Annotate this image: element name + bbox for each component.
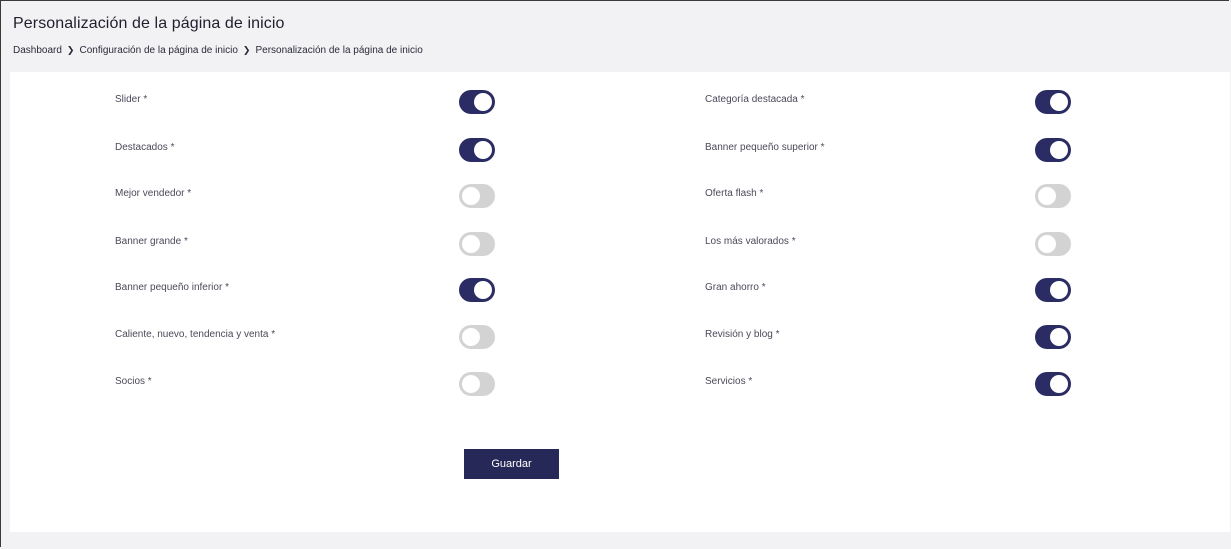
toggle-switch[interactable]: [1035, 184, 1071, 208]
setting-label: Revisión y blog *: [705, 329, 780, 340]
save-button[interactable]: Guardar: [464, 449, 559, 479]
toggle-switch[interactable]: [459, 90, 495, 114]
chevron-right-icon: ❯: [242, 45, 251, 55]
page-title: Personalización de la página de inicio: [13, 15, 285, 32]
setting-label: Socios *: [115, 376, 152, 387]
toggle-switch[interactable]: [1035, 372, 1071, 396]
setting-label: Caliente, nuevo, tendencia y venta *: [115, 329, 276, 340]
toggle-switch[interactable]: [1035, 90, 1071, 114]
toggle-switch[interactable]: [459, 232, 495, 256]
toggle-knob: [1050, 281, 1068, 299]
setting-label: Oferta flash *: [705, 188, 764, 199]
chevron-right-icon: ❯: [66, 45, 75, 55]
toggle-knob: [474, 281, 492, 299]
breadcrumb-item-current: Personalización de la página de inicio: [255, 45, 423, 56]
setting-label: Mejor vendedor *: [115, 188, 192, 199]
breadcrumb: Dashboard ❯ Configuración de la página d…: [13, 45, 423, 56]
setting-label: Slider *: [115, 94, 148, 105]
toggle-knob: [474, 141, 492, 159]
toggle-knob: [1050, 375, 1068, 393]
setting-label: Categoría destacada *: [705, 94, 805, 105]
setting-label: Los más valorados *: [705, 236, 796, 247]
toggle-switch[interactable]: [1035, 232, 1071, 256]
toggle-switch[interactable]: [459, 278, 495, 302]
toggle-knob: [1050, 328, 1068, 346]
breadcrumb-item-dashboard[interactable]: Dashboard: [13, 45, 62, 56]
toggle-knob: [1050, 93, 1068, 111]
toggle-knob: [474, 93, 492, 111]
toggle-switch[interactable]: [459, 138, 495, 162]
toggle-switch[interactable]: [459, 184, 495, 208]
setting-label: Banner pequeño inferior *: [115, 282, 229, 293]
page-frame: Personalización de la página de inicio D…: [0, 0, 1230, 547]
toggle-switch[interactable]: [1035, 325, 1071, 349]
setting-label: Banner pequeño superior *: [705, 142, 825, 153]
toggle-switch[interactable]: [459, 372, 495, 396]
toggle-knob: [462, 235, 480, 253]
setting-label: Servicios *: [705, 376, 753, 387]
toggle-switch[interactable]: [459, 325, 495, 349]
toggle-knob: [1038, 235, 1056, 253]
toggle-knob: [462, 187, 480, 205]
toggle-knob: [462, 375, 480, 393]
toggle-switch[interactable]: [1035, 278, 1071, 302]
setting-label: Gran ahorro *: [705, 282, 766, 293]
settings-card: Guardar Slider * Destacados * Mejor vended…: [10, 72, 1230, 532]
toggle-knob: [1050, 141, 1068, 159]
breadcrumb-item-homepage-settings[interactable]: Configuración de la página de inicio: [79, 45, 237, 56]
toggle-knob: [462, 328, 480, 346]
toggle-switch[interactable]: [1035, 138, 1071, 162]
toggle-knob: [1038, 187, 1056, 205]
setting-label: Banner grande *: [115, 236, 188, 247]
setting-label: Destacados *: [115, 142, 175, 153]
